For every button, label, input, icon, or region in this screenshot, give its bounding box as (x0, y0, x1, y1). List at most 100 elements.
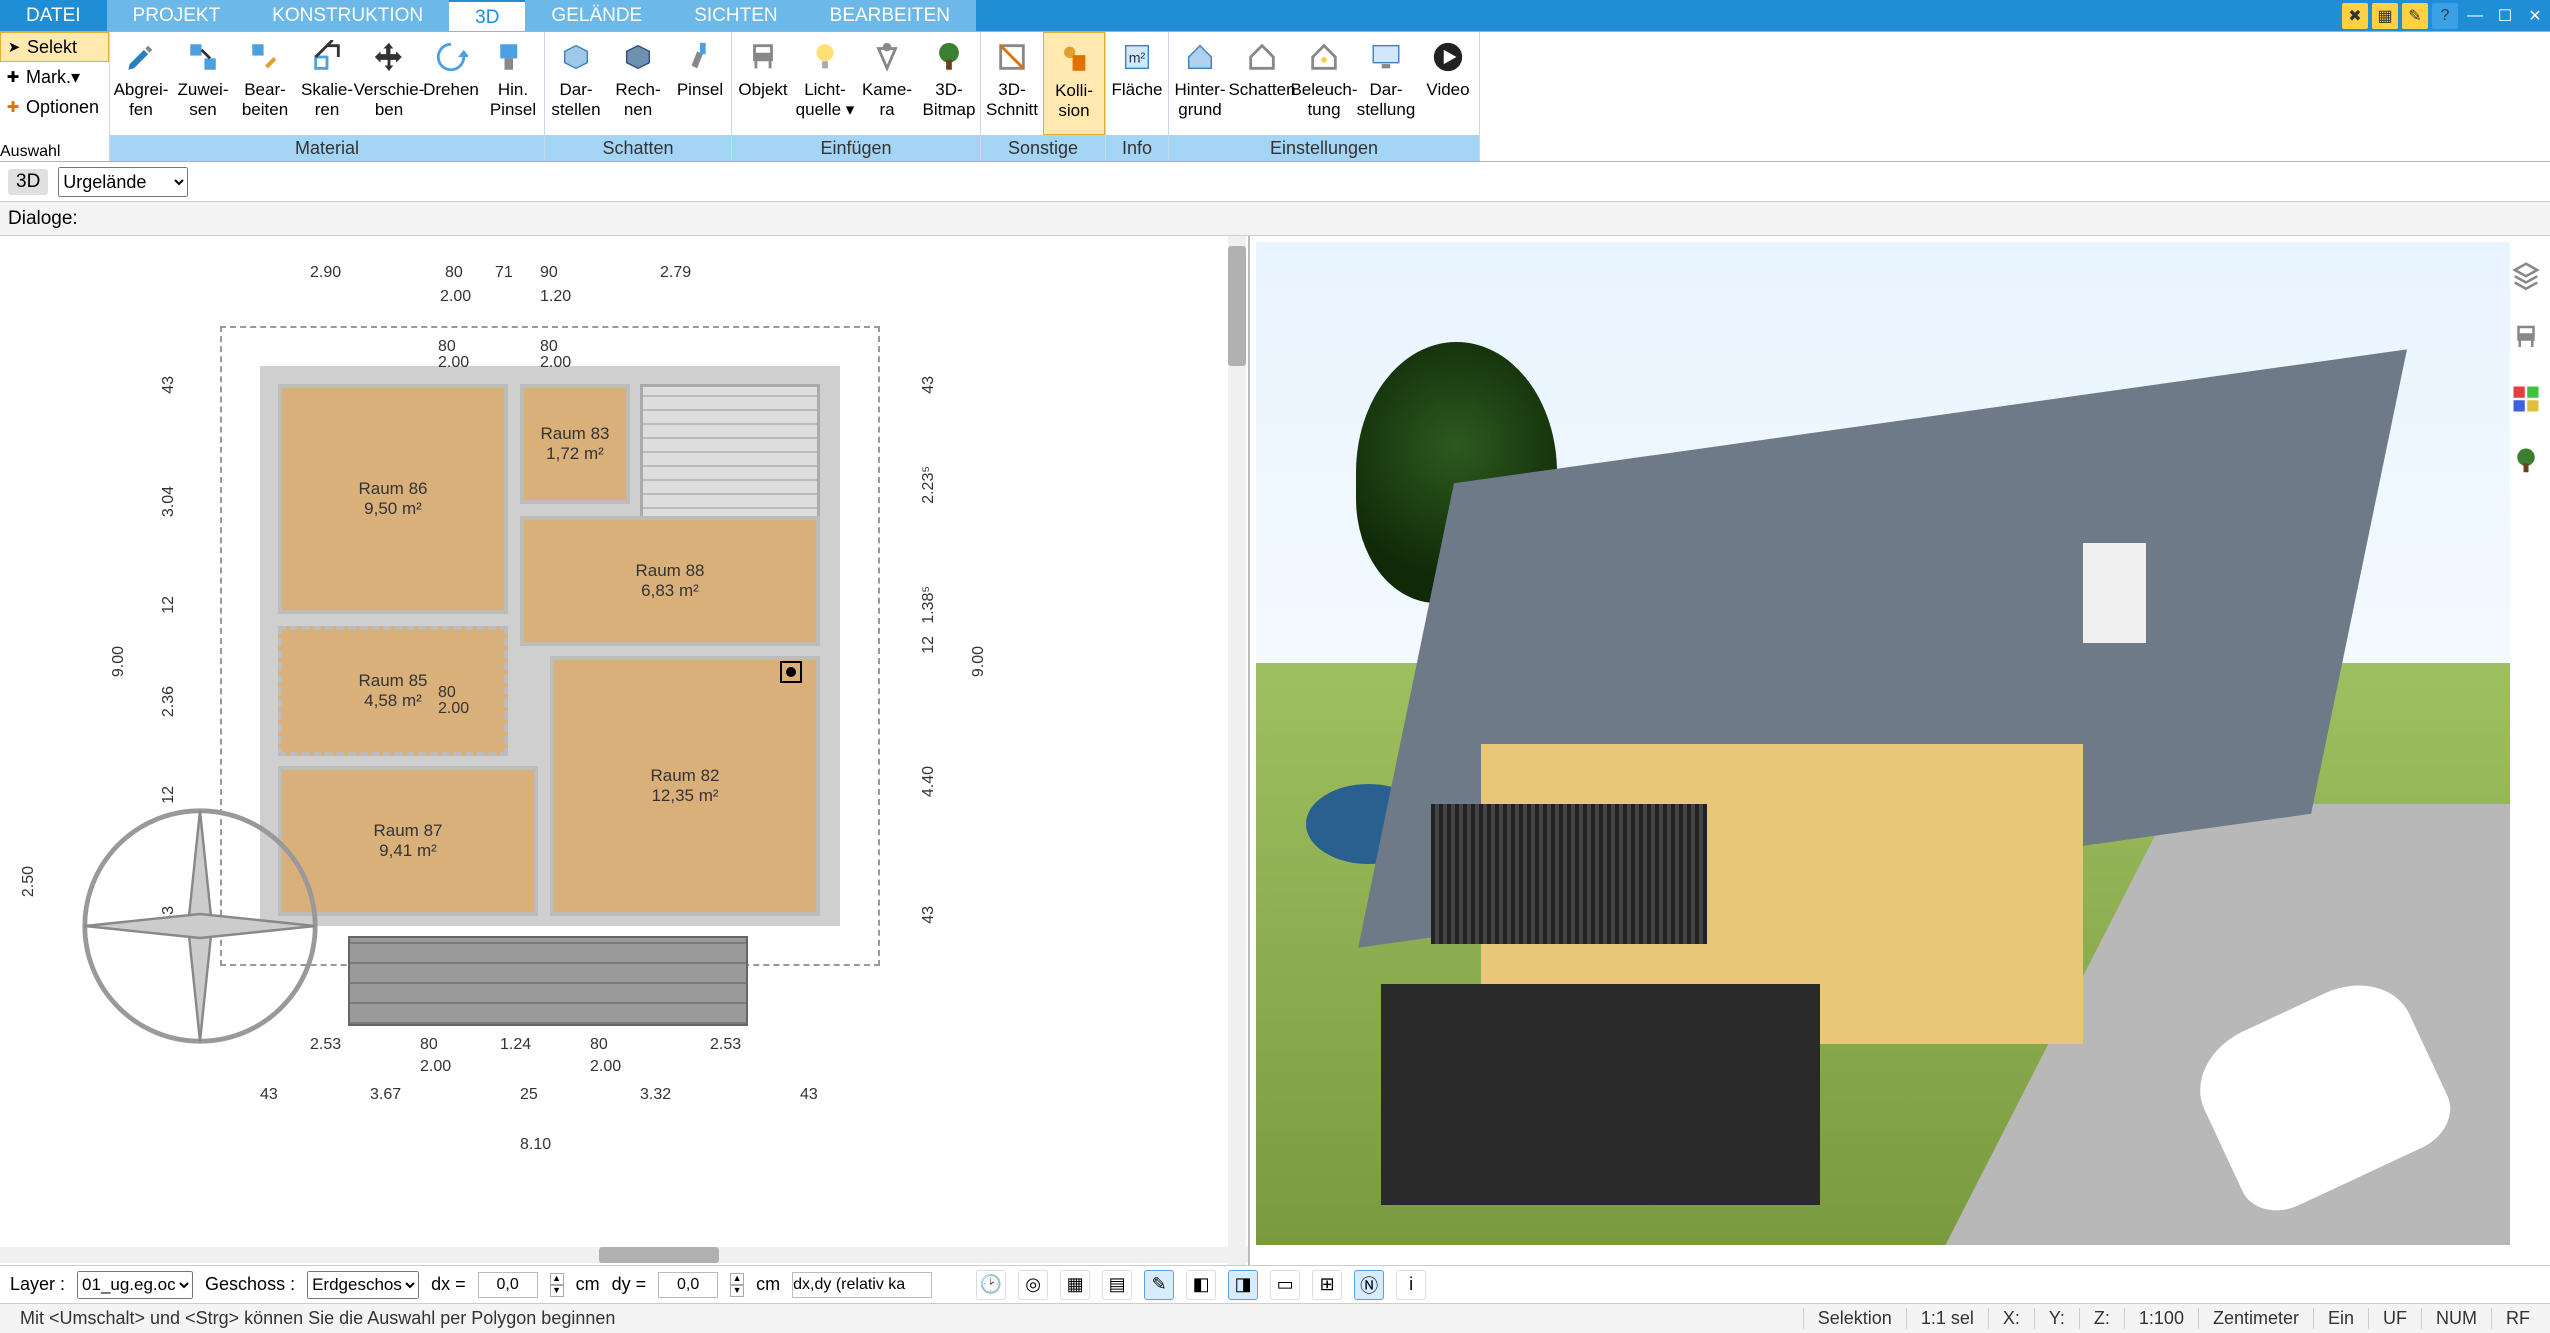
target-marker[interactable] (780, 661, 802, 683)
beleuchtung-button[interactable]: Beleuch-tung (1293, 32, 1355, 135)
floorplan: 2.90 80 71 90 2.79 2.00 1.20 9.00 43 3.0… (220, 266, 900, 1206)
status-selektion: Selektion (1803, 1308, 1906, 1329)
tab-sichten[interactable]: SICHTEN (668, 0, 803, 31)
group-label-sonstige: Sonstige (981, 135, 1105, 161)
room-86[interactable]: Raum 869,50 m² (278, 384, 508, 614)
zuweisen-button[interactable]: Zuwei-sen (172, 32, 234, 135)
lichtquelle-button[interactable]: Licht-quelle ▾ (794, 32, 856, 135)
status-ein: Ein (2313, 1308, 2368, 1329)
room-88[interactable]: Raum 886,83 m² (520, 516, 820, 646)
hint-input[interactable] (792, 1272, 932, 1298)
hintergrund-button[interactable]: Hinter-grund (1169, 32, 1231, 135)
dx-input[interactable] (478, 1272, 538, 1298)
kollision-button[interactable]: Kolli-sion (1043, 32, 1105, 135)
hinpinsel-button[interactable]: Hin.Pinsel (482, 32, 544, 135)
window-controls: ✖ ▦ ✎ ? — ☐ ✕ (2340, 0, 2550, 31)
tool-icon-3[interactable]: ✎ (2402, 3, 2428, 29)
chair-icon (744, 38, 782, 76)
tab-bearbeiten[interactable]: BEARBEITEN (804, 0, 976, 31)
terrace[interactable] (348, 936, 748, 1026)
grid2-icon[interactable]: ⊞ (1312, 1270, 1342, 1300)
skalieren-button[interactable]: Skalie-ren (296, 32, 358, 135)
verschieben-button[interactable]: Verschie-ben (358, 32, 420, 135)
schatten-btn[interactable]: Schatten (1231, 32, 1293, 135)
brush2-icon (681, 38, 719, 76)
tool-icon-2[interactable]: ▦ (2372, 3, 2398, 29)
menu-bar: DATEI PROJEKT KONSTRUKTION 3D GELÄNDE SI… (0, 0, 2550, 32)
toggle2-icon[interactable]: ◧ (1186, 1270, 1216, 1300)
kamera-button[interactable]: Kame-ra (856, 32, 918, 135)
floorplan-hscroll[interactable] (0, 1247, 1248, 1263)
tab-konstruktion[interactable]: KONSTRUKTION (246, 0, 449, 31)
darstellung-button[interactable]: Dar-stellung (1355, 32, 1417, 135)
scale-icon (308, 38, 346, 76)
room-83[interactable]: Raum 831,72 m² (520, 384, 630, 504)
mark-button[interactable]: ✚Mark. ▾ (0, 62, 109, 92)
close-icon[interactable]: ✕ (2522, 3, 2548, 29)
info-icon[interactable]: i (1396, 1270, 1426, 1300)
room-85[interactable]: Raum 854,58 m² (278, 626, 508, 756)
snap-icon[interactable]: ◎ (1018, 1270, 1048, 1300)
toggle3-icon[interactable]: ◨ (1228, 1270, 1258, 1300)
maximize-icon[interactable]: ☐ (2492, 3, 2518, 29)
abgreifen-button[interactable]: Abgrei-fen (110, 32, 172, 135)
compass-icon (80, 806, 320, 1046)
optionen-button[interactable]: ✚Optionen (0, 92, 109, 122)
tool-icon-1[interactable]: ✖ (2342, 3, 2368, 29)
tab-datei[interactable]: DATEI (0, 0, 107, 31)
help-icon[interactable]: ? (2432, 3, 2458, 29)
dy-input[interactable] (658, 1272, 718, 1298)
rechnen-button[interactable]: Rech-nen (607, 32, 669, 135)
layer-select[interactable]: 01_ug.eg.oc (77, 1271, 193, 1299)
3d-render[interactable] (1256, 242, 2511, 1245)
clock-icon[interactable]: 🕑 (976, 1270, 1006, 1300)
svg-text:m²: m² (1129, 51, 1146, 67)
3dbitmap-button[interactable]: 3D-Bitmap (918, 32, 980, 135)
grid-icon[interactable]: ▦ (1060, 1270, 1090, 1300)
terrain-select[interactable]: Urgelände (58, 167, 188, 197)
dim-right-2: 2.23⁵ (920, 466, 938, 504)
dim-left-outer: 9.00 (110, 646, 128, 677)
house-light-icon (1305, 38, 1343, 76)
geschoss-select[interactable]: Erdgeschos (307, 1271, 419, 1299)
pinsel-button[interactable]: Pinsel (669, 32, 731, 135)
layer-icon[interactable]: ▤ (1102, 1270, 1132, 1300)
floorplan-pane[interactable]: 2.90 80 71 90 2.79 2.00 1.20 9.00 43 3.0… (0, 236, 1250, 1265)
tab-gelaende[interactable]: GELÄNDE (525, 0, 668, 31)
tab-projekt[interactable]: PROJEKT (107, 0, 247, 31)
cube-shadow-icon (619, 38, 657, 76)
toggle4-icon[interactable]: ▭ (1270, 1270, 1300, 1300)
group-label-material: Material (110, 135, 544, 161)
house-icon (1181, 38, 1219, 76)
edit-icon (246, 38, 284, 76)
group-label-auswahl: Auswahl (0, 143, 109, 161)
dx-spinner[interactable]: ▲▼ (550, 1273, 564, 1297)
dy-spinner[interactable]: ▲▼ (730, 1273, 744, 1297)
drehen-button[interactable]: Drehen (420, 32, 482, 135)
door-dim-2b: 2.00 (540, 354, 571, 372)
play-icon (1429, 38, 1467, 76)
north-icon[interactable]: Ⓝ (1354, 1270, 1384, 1300)
layers-icon[interactable] (2507, 256, 2545, 294)
3d-view-pane[interactable] (1250, 236, 2550, 1265)
selekt-button[interactable]: ➤Selekt (0, 32, 109, 62)
cube-icon (557, 38, 595, 76)
minimize-icon[interactable]: — (2462, 3, 2488, 29)
room-82[interactable]: Raum 8212,35 m² (550, 656, 820, 916)
flaeche-button[interactable]: m²Fläche (1106, 32, 1168, 135)
tree2-icon[interactable] (2507, 442, 2545, 480)
objekt-button[interactable]: Objekt (732, 32, 794, 135)
door-dim-1b: 2.00 (438, 354, 469, 372)
chair2-icon[interactable] (2507, 318, 2545, 356)
toggle1-icon[interactable]: ✎ (1144, 1270, 1174, 1300)
floorplan-vscroll[interactable] (1228, 236, 1246, 1265)
dim-bot2-2: 2.00 (590, 1058, 621, 1076)
dim-bot3-1: 43 (260, 1086, 278, 1104)
bearbeiten-button[interactable]: Bear-beiten (234, 32, 296, 135)
palette-icon[interactable] (2507, 380, 2545, 418)
video-button[interactable]: Video (1417, 32, 1479, 135)
dim-bot3-5: 43 (800, 1086, 818, 1104)
3dschnitt-button[interactable]: 3D-Schnitt (981, 32, 1043, 135)
darstellen-button[interactable]: Dar-stellen (545, 32, 607, 135)
tab-3d[interactable]: 3D (449, 0, 525, 31)
